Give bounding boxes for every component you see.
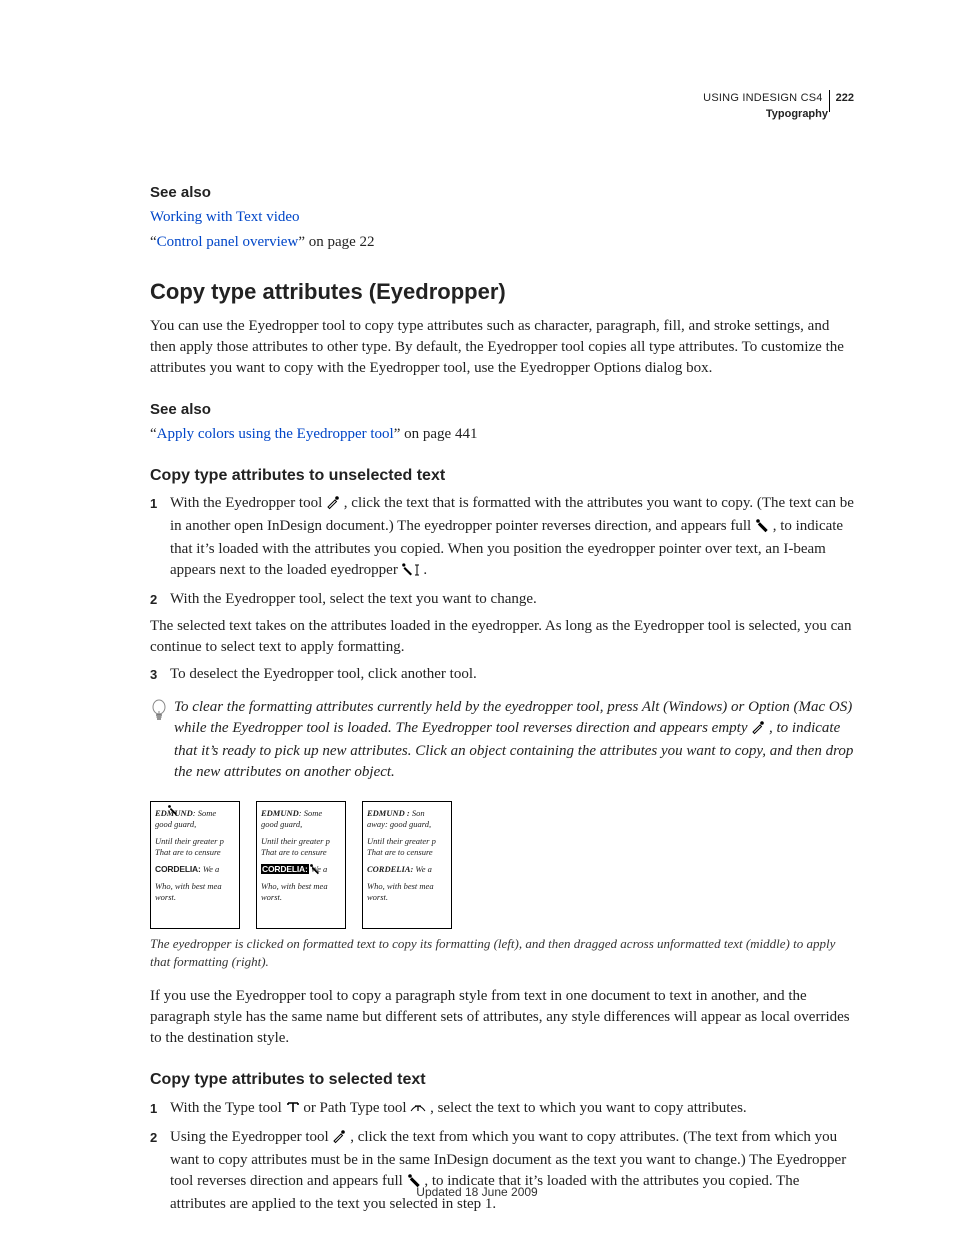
eyedropper-empty-icon <box>326 495 340 516</box>
working-with-text-video-link[interactable]: Working with Text video <box>150 209 300 225</box>
section-name: Typography <box>703 107 854 121</box>
tip-block: To clear the formatting attributes curre… <box>150 697 854 783</box>
figure-panel-middle: EDMUND: Somegood guard, Until their grea… <box>256 801 346 929</box>
see-also-heading-1: See also <box>150 182 854 203</box>
step-number: 2 <box>150 589 170 610</box>
eyedropper-ibeam-icon <box>402 562 420 583</box>
running-header: USING INDESIGN CS4 222 Typography <box>703 90 854 121</box>
step-number: 2 <box>150 1127 170 1215</box>
see-also-2-row: “Apply colors using the Eyedropper tool”… <box>150 424 854 445</box>
step-number: 1 <box>150 1098 170 1121</box>
eyedropper-cursor-icon <box>309 863 321 875</box>
control-panel-overview-link[interactable]: Control panel overview <box>157 234 299 250</box>
header-divider <box>829 90 830 112</box>
content-area: See also Working with Text video “Contro… <box>150 82 854 1215</box>
copy-type-attributes-heading: Copy type attributes (Eyedropper) <box>150 277 854 308</box>
steps-unselected: 1 With the Eyedropper tool , click the t… <box>150 493 854 610</box>
step-3-body: To deselect the Eyedropper tool, click a… <box>170 664 854 685</box>
page-number: 222 <box>836 91 854 105</box>
steps-unselected-cont: 3 To deselect the Eyedropper tool, click… <box>150 664 854 685</box>
step-number: 1 <box>150 493 170 583</box>
eyedropper-cursor-icon <box>167 804 179 816</box>
figure-row: EDMUND: Somegood guard, Until their grea… <box>150 801 854 929</box>
page-footer: Updated 18 June 2009 <box>0 1184 954 1201</box>
type-tool-icon <box>286 1100 300 1121</box>
eyedropper-empty-icon <box>332 1129 346 1150</box>
copy-to-selected-heading: Copy type attributes to selected text <box>150 1069 854 1091</box>
doc-title: USING INDESIGN CS4 <box>703 91 822 105</box>
figure-caption: The eyedropper is clicked on formatted t… <box>150 935 854 970</box>
apply-colors-eyedropper-link[interactable]: Apply colors using the Eyedropper tool <box>157 426 394 442</box>
see-also-2-suffix: ” on page 441 <box>394 426 478 442</box>
step-2-body: With the Eyedropper tool, select the tex… <box>170 589 854 610</box>
after-figure-paragraph: If you use the Eyedropper tool to copy a… <box>150 986 854 1049</box>
step-b1-body: With the Type tool or Path Type tool , s… <box>170 1098 854 1121</box>
see-also-link-row-1: Working with Text video <box>150 207 854 228</box>
see-also-link-row-2: “Control panel overview” on page 22 <box>150 232 854 253</box>
mid-paragraph: The selected text takes on the attribute… <box>150 616 854 658</box>
page: USING INDESIGN CS4 222 Typography See al… <box>0 0 954 1235</box>
path-type-tool-icon <box>410 1100 426 1121</box>
link2-suffix: ” on page 22 <box>298 234 374 250</box>
step-b2-body: Using the Eyedropper tool , click the te… <box>170 1127 854 1215</box>
tip-text: To clear the formatting attributes curre… <box>174 697 854 783</box>
eyedropper-full-icon <box>755 518 769 539</box>
see-also-heading-2: See also <box>150 399 854 420</box>
step-number: 3 <box>150 664 170 685</box>
step-1-body: With the Eyedropper tool , click the tex… <box>170 493 854 583</box>
figure-panel-left: EDMUND: Somegood guard, Until their grea… <box>150 801 240 929</box>
intro-paragraph: You can use the Eyedropper tool to copy … <box>150 316 854 379</box>
eyedropper-empty-icon <box>751 720 765 741</box>
figure-panel-right: EDMUND : Sonaway: good guard, Until thei… <box>362 801 452 929</box>
lightbulb-icon <box>150 697 174 783</box>
copy-to-unselected-heading: Copy type attributes to unselected text <box>150 465 854 487</box>
